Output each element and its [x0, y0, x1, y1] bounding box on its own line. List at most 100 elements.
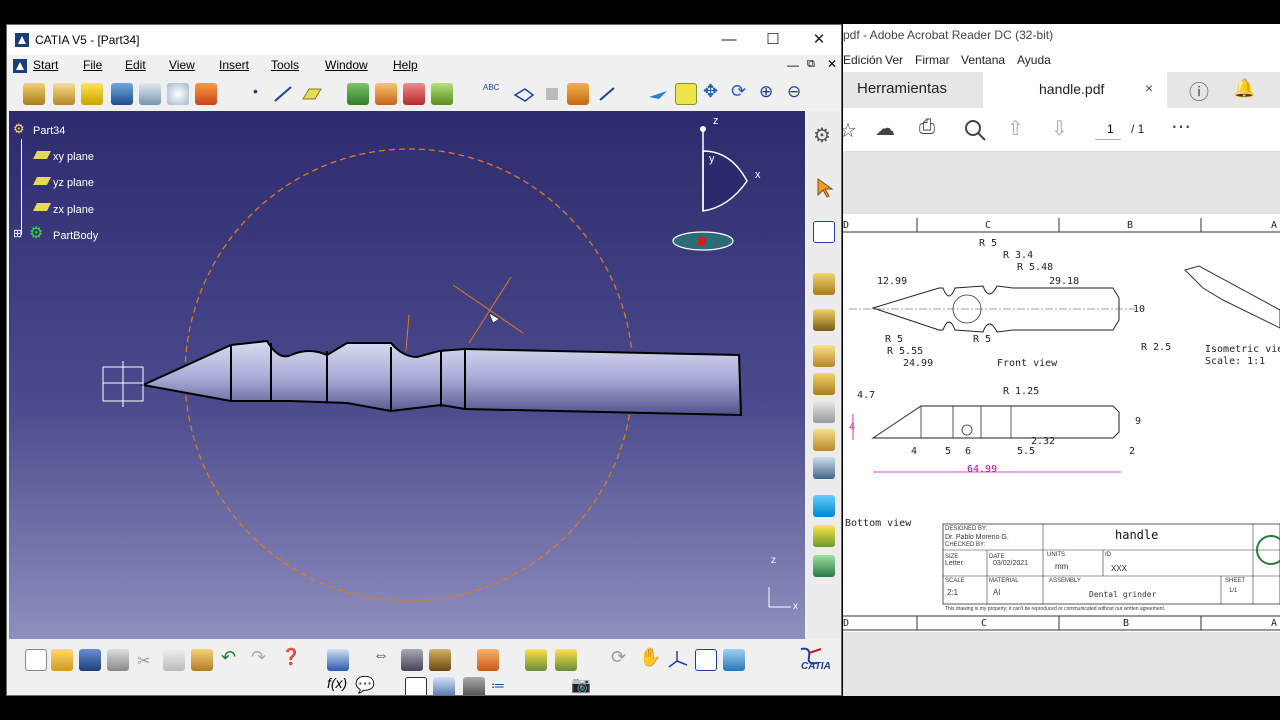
rib-icon[interactable] [111, 83, 133, 105]
zoom-in-icon[interactable]: ⊕ [759, 82, 773, 102]
menu-ventana[interactable]: Ventana [961, 53, 1005, 67]
compass-handle[interactable] [698, 237, 706, 245]
menu-view[interactable]: View [169, 58, 195, 72]
print-icon[interactable]: ⎙ [919, 116, 935, 139]
catalog-icon[interactable] [327, 649, 349, 671]
minimize-button[interactable]: — [715, 29, 743, 51]
menu-ver[interactable]: Ver [885, 53, 903, 67]
pocket-side-icon[interactable] [813, 309, 835, 331]
grab-hand-icon[interactable]: ✋ [639, 647, 661, 668]
render-icon[interactable] [477, 649, 499, 671]
zoom-out-icon[interactable]: ⊖ [787, 82, 801, 102]
axis-triad-icon[interactable] [667, 649, 689, 669]
lock-icon[interactable] [463, 677, 485, 695]
prev-page-icon[interactable]: ⇧ [1007, 116, 1024, 141]
menu-edicion[interactable]: Edición [843, 53, 882, 67]
knowledge-icon[interactable] [433, 677, 455, 695]
pan-icon[interactable]: ✥ [703, 81, 718, 102]
tree-zx-plane[interactable]: zx plane [53, 204, 94, 216]
close-button[interactable]: ✕ [805, 29, 833, 51]
menu-window[interactable]: Window [325, 58, 368, 72]
select-arrow-icon[interactable] [815, 177, 835, 199]
camera-icon[interactable]: 📷 [571, 675, 591, 695]
pad-icon[interactable] [23, 83, 45, 105]
update-icon[interactable] [347, 83, 369, 105]
transform-icon[interactable] [813, 495, 835, 517]
refresh-icon[interactable]: ⟳ [611, 647, 626, 668]
draft-icon[interactable] [813, 401, 835, 423]
thickness-icon[interactable] [813, 457, 835, 479]
pattern-icon[interactable] [813, 525, 835, 547]
more-options-icon[interactable]: ⋯ [1171, 114, 1191, 139]
constraint-icon[interactable] [375, 83, 397, 105]
notification-bell-icon[interactable]: 🔔 [1233, 78, 1255, 99]
tab-herramientas[interactable]: Herramientas [857, 80, 947, 97]
fillet-icon[interactable] [813, 345, 835, 367]
cut-icon[interactable]: ✂ [137, 651, 150, 671]
fit-width-icon[interactable]: ⇔ [373, 647, 389, 665]
upload-cloud-icon[interactable]: ☁ [875, 116, 895, 141]
print-icon[interactable] [107, 649, 129, 671]
menu-ayuda[interactable]: Ayuda [1017, 53, 1051, 67]
dim-icon[interactable] [543, 85, 561, 103]
compass-tip[interactable] [700, 126, 706, 132]
menu-file[interactable]: File [83, 58, 102, 72]
menu-firmar[interactable]: Firmar [915, 53, 950, 67]
measure-icon[interactable] [403, 83, 425, 105]
design-table-icon[interactable] [405, 677, 427, 695]
doc-close-button[interactable]: ✕ [827, 57, 837, 71]
layer-icon[interactable] [525, 649, 547, 671]
tab-close-icon[interactable]: × [1145, 80, 1153, 96]
sketch-icon[interactable] [813, 221, 835, 243]
whats-this-icon[interactable]: ❓ [281, 647, 301, 667]
point-icon[interactable]: • [253, 83, 258, 99]
undo-icon[interactable]: ↶ [221, 647, 236, 668]
axis-system-icon[interactable] [167, 83, 189, 105]
maximize-button[interactable]: ☐ [759, 29, 787, 51]
bookmark-star-icon[interactable]: ☆ [843, 118, 857, 143]
page-number-input[interactable]: 1 [1095, 120, 1121, 140]
tree-expand-icon[interactable]: ⊞ [13, 227, 22, 240]
tab-handle-pdf[interactable]: handle.pdf × [983, 72, 1167, 108]
menu-insert[interactable]: Insert [219, 58, 249, 72]
pocket-icon[interactable] [53, 83, 75, 105]
acrobat-title-bar[interactable]: pdf - Adobe Acrobat Reader DC (32-bit) [843, 24, 1280, 46]
tree-partbody[interactable]: PartBody [53, 230, 98, 242]
next-page-icon[interactable]: ⇩ [1051, 116, 1068, 141]
tree-xy-plane[interactable]: xy plane [53, 151, 94, 163]
apply-material-icon[interactable] [567, 83, 589, 105]
new-file-icon[interactable] [25, 649, 47, 671]
hole-icon[interactable] [139, 83, 161, 105]
paste-icon[interactable] [191, 649, 213, 671]
boolean-icon[interactable] [195, 83, 217, 105]
catia-title-bar[interactable]: CATIA V5 - [Part34] — ☐ ✕ [7, 25, 841, 55]
save-icon[interactable] [79, 649, 101, 671]
3d-viewport[interactable]: z y x z x ⚙ Part34 xy plane yz plane zx … [9, 111, 805, 639]
text-abc-icon[interactable]: ABC [483, 83, 499, 92]
analysis-icon[interactable] [723, 649, 745, 671]
equation-icon[interactable]: ≔ [491, 677, 505, 694]
fly-mode-icon[interactable] [647, 85, 669, 103]
layer-filter-icon[interactable] [555, 649, 577, 671]
pad-side-icon[interactable] [813, 273, 835, 295]
shell-icon[interactable] [813, 429, 835, 451]
menu-start[interactable]: Start [33, 58, 58, 72]
doc-minimize-button[interactable]: — [787, 58, 799, 72]
annotation-icon[interactable] [513, 85, 535, 103]
copy-icon[interactable] [163, 649, 185, 671]
shaft-icon[interactable] [81, 83, 103, 105]
swap-icon[interactable] [429, 649, 451, 671]
comment-icon[interactable]: 💬 [355, 675, 375, 695]
settings-gear-icon[interactable]: ⚙ [813, 123, 831, 148]
plane-icon[interactable] [301, 85, 323, 103]
formula-icon[interactable]: f(x) [327, 675, 347, 691]
open-folder-icon[interactable] [51, 649, 73, 671]
measure-between-icon[interactable] [597, 85, 617, 103]
mirror-icon[interactable] [813, 555, 835, 577]
doc-restore-button[interactable]: ⧉ [807, 58, 815, 71]
hide-show-icon[interactable] [401, 649, 423, 671]
menu-edit[interactable]: Edit [125, 58, 146, 72]
help-icon[interactable]: ⓘ [1189, 76, 1209, 105]
tree-yz-plane[interactable]: yz plane [53, 177, 94, 189]
chamfer-icon[interactable] [813, 373, 835, 395]
